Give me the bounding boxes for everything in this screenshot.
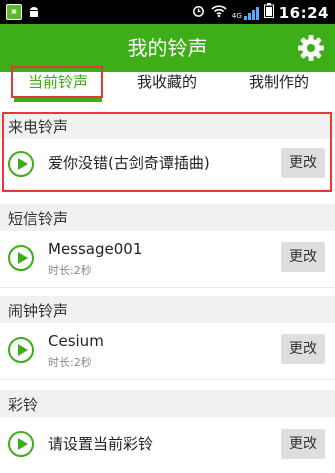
tab-label: 我制作的 (248, 73, 309, 91)
play-icon[interactable] (8, 337, 34, 363)
ringtone-name: Message001 (48, 240, 143, 258)
wifi-icon (211, 4, 227, 22)
battery-icon (263, 3, 274, 22)
ringtone-name: 请设置当前彩铃 (48, 435, 154, 453)
ringtone-duration: 时长:2秒 (48, 356, 92, 369)
change-button[interactable]: 更改 (281, 429, 325, 459)
ringtone-name: Cesium (48, 332, 104, 350)
section-title: 闹钟铃声 (8, 302, 69, 320)
ringtone-duration: 时长:2秒 (48, 264, 92, 277)
app-header: 我的铃声 (0, 24, 335, 72)
signal-icon: 4G (232, 6, 259, 20)
status-bar: ▣ 4G 16:24 (0, 0, 335, 24)
list-item-ringback[interactable]: 请设置当前彩铃 更改 (0, 417, 335, 473)
list-item-sms-ringtone[interactable]: Message001 时长:2秒 更改 (0, 231, 335, 288)
alarm-icon (191, 3, 206, 22)
change-button[interactable]: 更改 (281, 334, 325, 364)
highlight-box-tab (11, 66, 103, 98)
highlight-box-row (2, 112, 332, 192)
clock-time: 16:24 (278, 3, 329, 22)
play-icon[interactable] (8, 245, 34, 271)
change-button[interactable]: 更改 (281, 242, 325, 272)
tab-favorites[interactable]: 我收藏的 (116, 72, 218, 112)
list-item-alarm-ringtone[interactable]: Cesium 时长:2秒 更改 (0, 323, 335, 380)
app-icon: ▣ (6, 4, 22, 20)
play-icon[interactable] (8, 431, 34, 457)
active-tab-indicator (14, 98, 102, 102)
section-header-sms: 短信铃声 (0, 204, 335, 231)
tab-my-creations[interactable]: 我制作的 (228, 72, 330, 112)
section-header-ringback: 彩铃 (0, 390, 335, 417)
section-header-alarm: 闹钟铃声 (0, 296, 335, 323)
page-title: 我的铃声 (127, 36, 208, 60)
section-title: 彩铃 (8, 396, 39, 414)
tab-label: 我收藏的 (136, 73, 197, 91)
gear-icon[interactable] (297, 34, 325, 62)
section-title: 短信铃声 (8, 210, 69, 228)
android-icon (26, 4, 42, 20)
